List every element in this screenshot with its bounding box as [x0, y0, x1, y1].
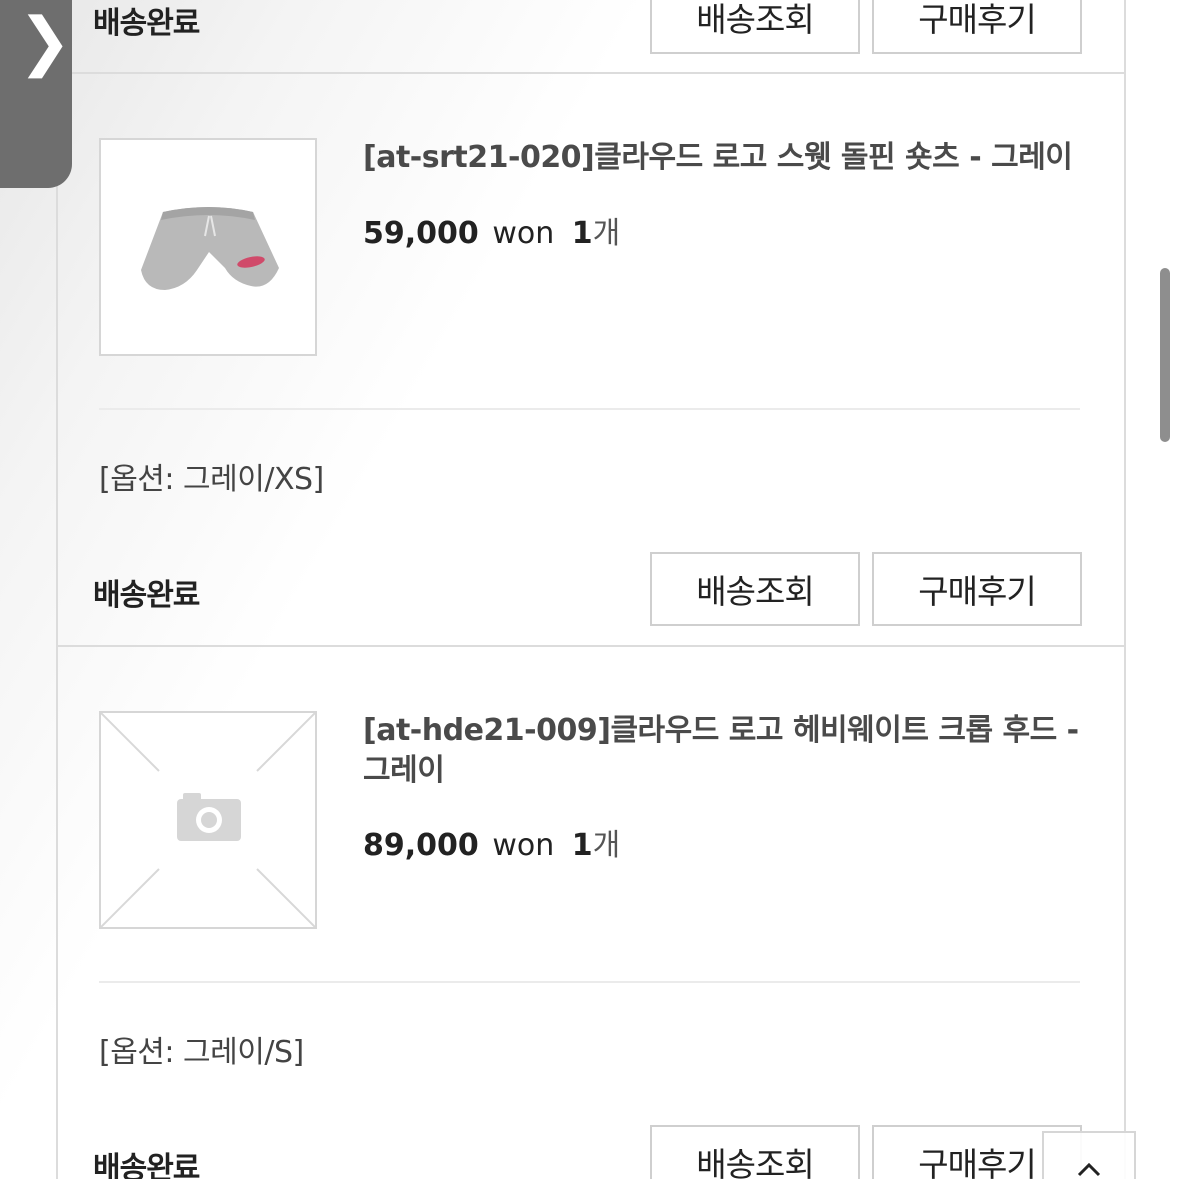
- track-delivery-button[interactable]: 배송조회: [650, 552, 860, 626]
- quantity-unit: 개: [592, 828, 621, 863]
- price-value: 59,000: [363, 216, 479, 251]
- order-divider: [56, 645, 1124, 647]
- chevron-up-icon: [1077, 1162, 1101, 1177]
- product-thumbnail[interactable]: [99, 711, 317, 929]
- scroll-to-top-button[interactable]: [1042, 1131, 1136, 1179]
- product-price: 59,000 won 1개: [363, 208, 620, 252]
- product-option: [옵션: 그레이/XS]: [99, 462, 324, 497]
- price-currency: won: [492, 216, 555, 251]
- product-thumbnail[interactable]: [99, 138, 317, 356]
- quantity: 1개: [572, 828, 620, 863]
- order-divider: [56, 72, 1124, 74]
- quantity: 1개: [572, 216, 620, 251]
- quantity-number: 1: [571, 828, 593, 863]
- delivery-status: 배송완료: [93, 578, 200, 613]
- price-value: 89,000: [363, 828, 479, 863]
- gray-shorts-image: [101, 140, 315, 354]
- no-image-placeholder-icon: [101, 713, 315, 927]
- write-review-button[interactable]: 구매후기: [872, 552, 1082, 626]
- delivery-status: 배송완료: [93, 1151, 200, 1179]
- product-name[interactable]: [at-srt21-020]클라우드 로고 스웻 돌핀 숏츠 - 그레이: [363, 138, 1083, 178]
- track-delivery-button[interactable]: 배송조회: [650, 0, 860, 54]
- delivery-status: 배송완료: [93, 6, 200, 41]
- item-divider: [99, 981, 1080, 983]
- side-menu-toggle[interactable]: ❯: [0, 0, 72, 188]
- quantity-number: 1: [571, 216, 593, 251]
- scrollbar-thumb[interactable]: [1160, 268, 1170, 442]
- product-name[interactable]: [at-hde21-009]클라우드 로고 헤비웨이트 크롭 후드 - 그레이: [363, 711, 1083, 791]
- track-delivery-button[interactable]: 배송조회: [650, 1125, 860, 1179]
- order-history-page: ❯ 배송완료 배송조회 구매후기 [at-srt21-020]클라우드 로고 스…: [0, 0, 1179, 1179]
- price-currency: won: [492, 828, 555, 863]
- item-divider: [99, 408, 1080, 410]
- quantity-unit: 개: [592, 216, 621, 251]
- chevron-right-icon: ❯: [18, 5, 72, 79]
- product-option: [옵션: 그레이/S]: [99, 1035, 304, 1070]
- write-review-button[interactable]: 구매후기: [872, 0, 1082, 54]
- product-price: 89,000 won 1개: [363, 820, 620, 864]
